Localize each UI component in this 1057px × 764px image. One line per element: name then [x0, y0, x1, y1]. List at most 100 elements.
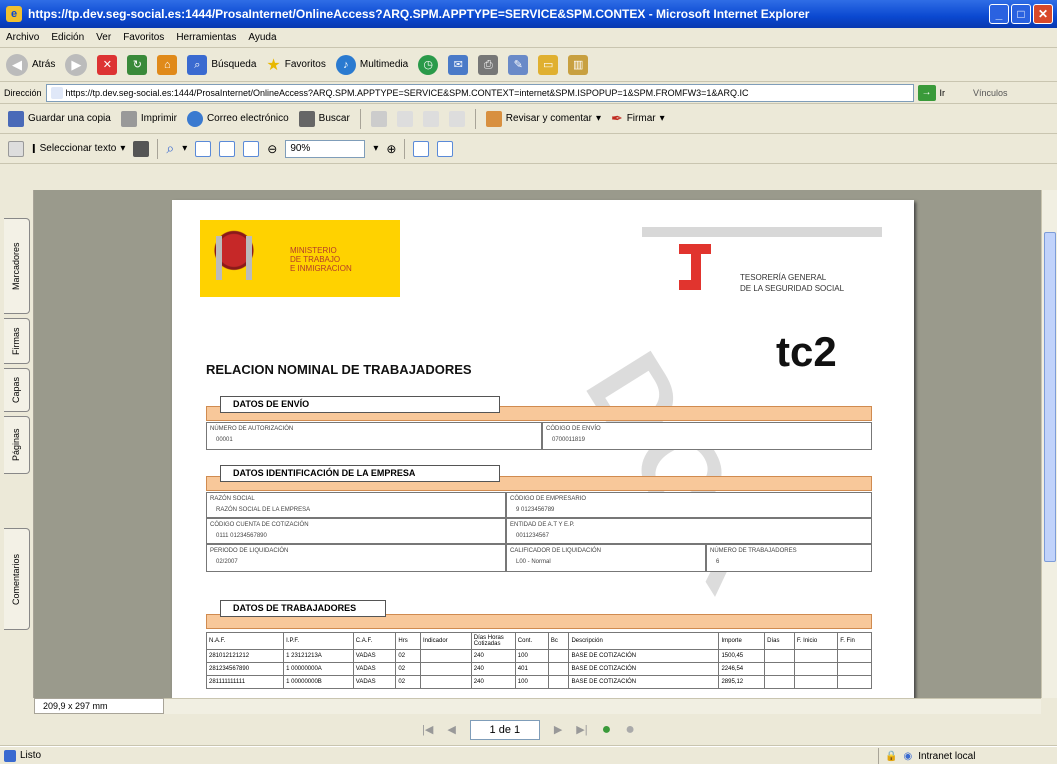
back-button[interactable]: ◀ Atrás [6, 53, 55, 76]
menu-favoritos[interactable]: Favoritos [123, 32, 164, 43]
home-icon[interactable]: ⌂ [157, 54, 178, 75]
search-icon: ⌕ [187, 54, 208, 75]
menu-archivo[interactable]: Archivo [6, 32, 39, 43]
cell [419, 675, 472, 689]
last-page-icon[interactable]: ▶| [576, 723, 587, 736]
mail-icon[interactable]: ✉ [448, 54, 469, 75]
favorites-label: Favoritos [284, 59, 326, 70]
menu-ayuda[interactable]: Ayuda [248, 32, 276, 43]
actual-size-icon[interactable] [195, 140, 212, 157]
section-title-empresa: DATOS IDENTIFICACIÓN DE LA EMPRESA [220, 465, 500, 482]
field-num-trabajadores: NÚMERO DE TRABAJADORES 6 [706, 544, 872, 572]
hand-tool-icon[interactable] [8, 140, 24, 157]
menu-ver[interactable]: Ver [96, 32, 111, 43]
field-razon-social: RAZÓN SOCIAL RAZÓN SOCIAL DE LA EMPRESA [206, 492, 506, 518]
zoom-out-icon[interactable]: ⊖ [267, 142, 277, 156]
fit-width-icon[interactable] [243, 140, 260, 157]
cell: 1 00000000A [283, 662, 354, 676]
address-input[interactable]: https://tp.dev.seg-social.es:1444/ProsaI… [45, 83, 914, 102]
find-button[interactable]: Buscar [298, 110, 350, 127]
media-button[interactable]: ♪ Multimedia [335, 54, 409, 75]
page-navigation-bar: |◀ ◀ 1 de 1 ▶ ▶| ● ● [0, 714, 1057, 746]
select-text-button[interactable]: I Seleccionar texto ▾ [32, 141, 125, 156]
horizontal-scrollbar[interactable] [164, 698, 1041, 714]
scroll-thumb[interactable] [1044, 232, 1056, 562]
links-button[interactable]: Vínculos [973, 88, 1008, 98]
save-icon [8, 110, 24, 127]
ie-icon: e [6, 6, 22, 22]
zoom-tool-icon[interactable]: ⌕ [166, 140, 174, 157]
media-label: Multimedia [359, 59, 409, 70]
snapshot-icon[interactable] [133, 140, 150, 157]
text-cursor-icon: I [32, 141, 36, 156]
field-label: CÓDIGO DE ENVÍO [546, 426, 601, 432]
email-button[interactable]: Correo electrónico [186, 110, 289, 127]
first-page-icon[interactable]: |◀ [422, 723, 433, 736]
field-value: 02/2007 [216, 559, 238, 565]
spain-crest-icon [214, 228, 254, 284]
research-icon[interactable]: ▥ [568, 54, 589, 75]
tab-capas[interactable]: Capas [4, 368, 30, 412]
next-page-icon[interactable]: ▶ [554, 723, 562, 736]
print-button[interactable]: Imprimir [120, 110, 177, 127]
go-arrow-icon[interactable]: → [917, 84, 936, 101]
window-controls: _ □ ✕ [989, 4, 1053, 24]
print-icon[interactable]: ⎙ [478, 54, 499, 75]
prev-page-icon[interactable]: ◀ [447, 723, 455, 736]
zoom-select[interactable]: 90% [285, 139, 366, 158]
col-header: N.A.F. [205, 632, 285, 650]
search-button[interactable]: ⌕ Búsqueda [187, 54, 256, 75]
chevron-down-icon[interactable]: ▾ [373, 143, 378, 154]
refresh-icon[interactable]: ↻ [127, 54, 148, 75]
sign-button[interactable]: ✒ Firmar ▾ [611, 110, 665, 127]
maximize-button[interactable]: □ [1011, 4, 1031, 24]
minimize-button[interactable]: _ [989, 4, 1009, 24]
cell: 02 [395, 649, 421, 663]
tab-marcadores[interactable]: Marcadores [4, 218, 30, 314]
zone-label: Intranet local [918, 750, 976, 762]
tgss-logo-icon [679, 244, 711, 296]
next-view-icon[interactable]: ● [625, 721, 635, 739]
cell: 1 23121213A [283, 649, 354, 663]
menu-herramientas[interactable]: Herramientas [176, 32, 236, 43]
field-ccc: CÓDIGO CUENTA DE COTIZACIÓN 0111 01234567… [206, 518, 506, 544]
tab-comentarios[interactable]: Comentarios [4, 528, 30, 630]
vertical-scrollbar[interactable] [1041, 190, 1057, 698]
cell: VADAS [352, 649, 397, 663]
cell: 2895,12 [718, 675, 766, 689]
ministerio-line: DE TRABAJO [290, 255, 341, 264]
tgss-line: DE LA SEGURIDAD SOCIAL [740, 284, 845, 293]
review-comment-button[interactable]: Revisar y comentar ▾ [485, 110, 601, 127]
table-header-row: N.A.F. I.P.F. C.A.F. Hrs Indicador Días … [205, 632, 872, 650]
edit-icon[interactable]: ✎ [508, 54, 529, 75]
folder-icon[interactable]: ▭ [538, 54, 559, 75]
zoom-in-icon[interactable]: ⊕ [386, 142, 396, 156]
address-label: Dirección [4, 87, 42, 98]
fit-page-icon[interactable] [219, 140, 236, 157]
page-number-field[interactable]: 1 de 1 [469, 719, 540, 740]
tab-paginas[interactable]: Páginas [4, 416, 30, 474]
history-icon[interactable]: ◷ [418, 54, 439, 75]
rotate-icon[interactable] [413, 140, 430, 157]
field-value: L00 - Normal [516, 559, 551, 565]
stop-icon[interactable]: ✕ [97, 54, 118, 75]
email-label: Correo electrónico [206, 113, 289, 124]
tgss-line: TESORERÍA GENERAL [740, 273, 827, 282]
pdf-page: MINISTERIO DE TRABAJO E INMIGRACION TESO… [172, 200, 914, 698]
field-label: RAZÓN SOCIAL [210, 496, 255, 502]
save-copy-button[interactable]: Guardar una copia [8, 110, 111, 127]
menu-edicion[interactable]: Edición [51, 32, 84, 43]
page-icon [50, 86, 63, 99]
nav-toolbar: ◀ Atrás ▶ ✕ ↻ ⌂ ⌕ Búsqueda ★ Favoritos ♪ Mul… [0, 48, 1057, 82]
go-button[interactable]: Ir [940, 88, 946, 98]
tab-firmas[interactable]: Firmas [4, 318, 30, 364]
favorites-button[interactable]: ★ Favoritos [266, 55, 325, 75]
field-label: CÓDIGO CUENTA DE COTIZACIÓN [210, 522, 309, 528]
rotate-ccw-icon[interactable] [437, 140, 454, 157]
close-button[interactable]: ✕ [1033, 4, 1053, 24]
chevron-down-icon[interactable]: ▾ [182, 143, 187, 154]
document-viewer[interactable]: MINISTERIO DE TRABAJO E INMIGRACION TESO… [34, 190, 1046, 698]
pdf-toolbar-secondary: I Seleccionar texto ▾ ⌕ ▾ ⊖ 90% ▾ ⊕ [0, 134, 1057, 164]
previous-view-icon[interactable]: ● [602, 721, 612, 739]
forward-button[interactable]: ▶ [65, 53, 88, 76]
